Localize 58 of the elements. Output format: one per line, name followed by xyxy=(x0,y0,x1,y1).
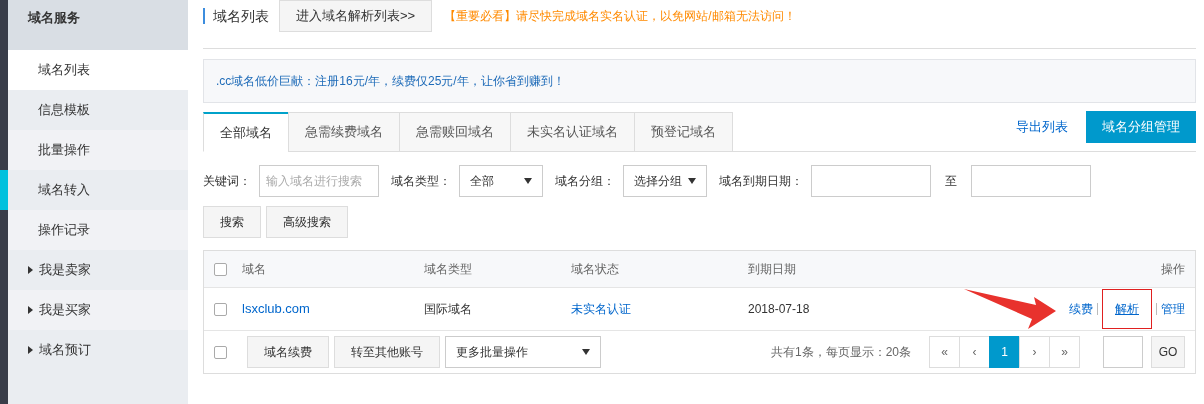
expiry-date-cell-text: 2018-07-18 xyxy=(748,301,811,318)
date-from-field[interactable] xyxy=(811,165,931,197)
sidebar-item[interactable]: 我是买家 xyxy=(8,290,188,330)
advanced-search-button[interactable]: 高级搜索 xyxy=(266,206,348,238)
page-button[interactable]: ‹ xyxy=(959,336,990,368)
tab[interactable]: 急需续费域名 xyxy=(288,112,400,152)
action-link[interactable]: 管理 xyxy=(1161,300,1185,318)
sidebar-item[interactable]: 域名列表 xyxy=(8,50,188,90)
action-link[interactable]: 解析 xyxy=(1102,289,1152,329)
batch-operations-select[interactable]: 更多批量操作 xyxy=(445,336,601,368)
batch-action-button[interactable]: 域名续费 xyxy=(247,336,329,368)
go-button[interactable]: GO xyxy=(1151,336,1185,368)
sidebar-title: 域名服务 xyxy=(8,0,188,50)
annotation-arrow-icon xyxy=(964,289,1056,329)
date-to-field[interactable] xyxy=(971,165,1091,197)
dns-list-button[interactable]: 进入域名解析列表>> xyxy=(279,0,433,32)
status-link[interactable]: 未实名认证 xyxy=(571,300,748,318)
group-select[interactable]: 选择分组 xyxy=(623,165,707,197)
page-button[interactable]: » xyxy=(1049,336,1080,368)
type-label: 域名类型： xyxy=(391,173,451,190)
batch-action-button[interactable]: 转至其他账号 xyxy=(334,336,440,368)
domain-type-cell-text: 国际域名 xyxy=(424,301,473,318)
type-select[interactable]: 全部 xyxy=(459,165,543,197)
expand-arrow-icon xyxy=(28,306,33,314)
expand-arrow-icon xyxy=(28,346,33,354)
tab[interactable]: 预登记域名 xyxy=(634,112,733,152)
expiry-date-label: 域名到期日期： xyxy=(719,173,803,190)
tab[interactable]: 急需赎回域名 xyxy=(399,112,511,152)
column-header: 到期日期 xyxy=(748,261,797,278)
sidebar-item[interactable]: 操作记录 xyxy=(8,210,188,250)
page-button[interactable]: › xyxy=(1019,336,1050,368)
group-label: 域名分组： xyxy=(555,173,615,190)
checkbox[interactable] xyxy=(214,262,227,276)
caret-icon xyxy=(582,349,590,355)
checkbox[interactable] xyxy=(214,302,227,316)
caret-icon xyxy=(524,178,532,184)
notice-text: 【重要必看】请尽快完成域名实名认证，以免网站/邮箱无法访问！ xyxy=(444,8,796,25)
keyword-label: 关键词： xyxy=(203,173,251,190)
column-header: 域名状态 xyxy=(571,261,620,278)
action-link[interactable]: 续费 xyxy=(1069,300,1093,318)
checkbox[interactable] xyxy=(214,345,227,359)
column-header: 域名 xyxy=(242,261,267,278)
caret-icon xyxy=(688,178,696,184)
domain-link[interactable]: lsxclub.com xyxy=(242,299,424,319)
export-list-link[interactable]: 导出列表 xyxy=(1016,117,1068,137)
pagination-summary: 共有1条，每页显示：20条 xyxy=(770,344,911,361)
expand-arrow-icon xyxy=(28,266,33,274)
column-header: 操作 xyxy=(1161,261,1185,278)
sidebar-item[interactable]: 批量操作 xyxy=(8,130,188,170)
page-button[interactable]: « xyxy=(929,336,960,368)
date-separator: 至 xyxy=(944,173,958,190)
search-button[interactable]: 搜索 xyxy=(203,206,261,238)
tab[interactable]: 未实名认证域名 xyxy=(510,112,635,152)
page-number-field[interactable] xyxy=(1103,336,1143,368)
column-header: 域名类型 xyxy=(424,261,473,278)
keyword-field[interactable]: 输入域名进行搜索 xyxy=(259,165,379,197)
tab[interactable]: 全部域名 xyxy=(203,112,289,152)
promo-banner: .cc域名低价巨献：注册16元/年，续费仅25元/年，让你省到赚到！ xyxy=(203,59,1196,103)
